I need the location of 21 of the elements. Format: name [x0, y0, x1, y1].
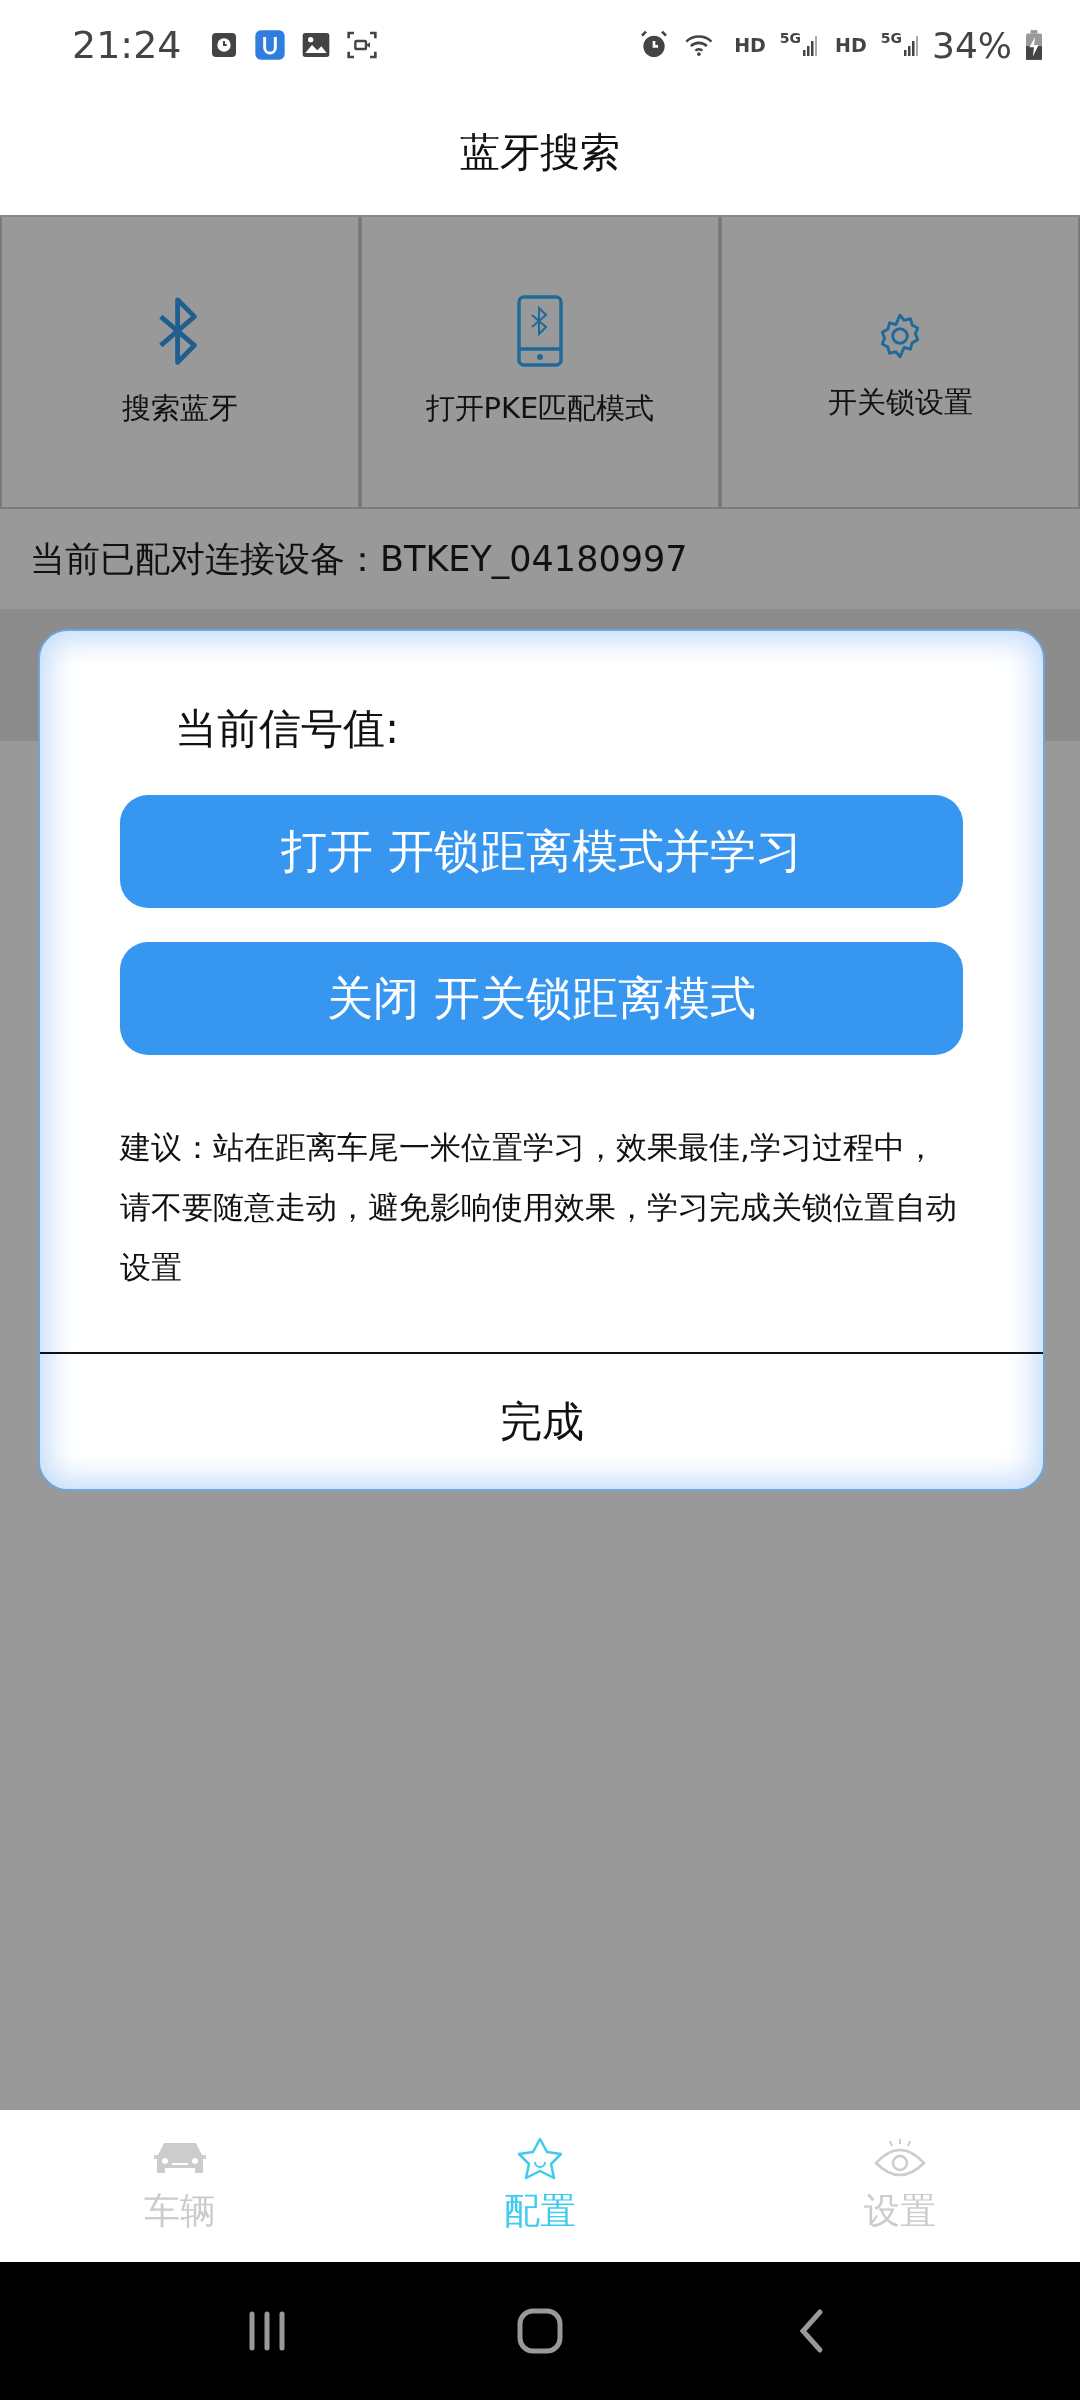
battery-percent: 34% [932, 24, 1012, 66]
mode-button[interactable]: 打开 开锁距离模式并学习 [120, 795, 963, 908]
phone-bluetooth-icon [515, 295, 565, 367]
signal-value-label: 当前信号值: [175, 703, 401, 755]
action-tile[interactable]: 打开PKE匹配模式 [360, 217, 720, 509]
advice-text: 建议：站在距离车尾一米位置学习，效果最佳,学习过程中，请不要随意走动，避免影响使用效果，学习完成关锁位置自动设置 [120, 1128, 958, 1287]
app-notification-icon [253, 29, 286, 61]
done-button[interactable]: 完成 [40, 1352, 1043, 1489]
hd-label: HD [835, 34, 867, 56]
hd-label: HD [734, 34, 766, 56]
home-icon[interactable] [515, 2306, 565, 2356]
mode-button[interactable]: 关闭 开关锁距离模式 [120, 942, 963, 1055]
screen-record-icon [345, 29, 378, 61]
status-time: 21:24 [72, 23, 182, 67]
paired-device-text: 当前已配对连接设备：BTKEY_04180997 [29, 537, 689, 581]
action-tile[interactable]: 开关锁设置 [720, 217, 1080, 509]
page-title: 蓝牙搜索 [460, 128, 620, 177]
action-tile[interactable]: 搜索蓝牙 [0, 217, 360, 509]
network-type-label: 5G [880, 30, 902, 46]
network-type-label: 5G [779, 30, 802, 46]
battery-charging-icon [1026, 30, 1042, 60]
